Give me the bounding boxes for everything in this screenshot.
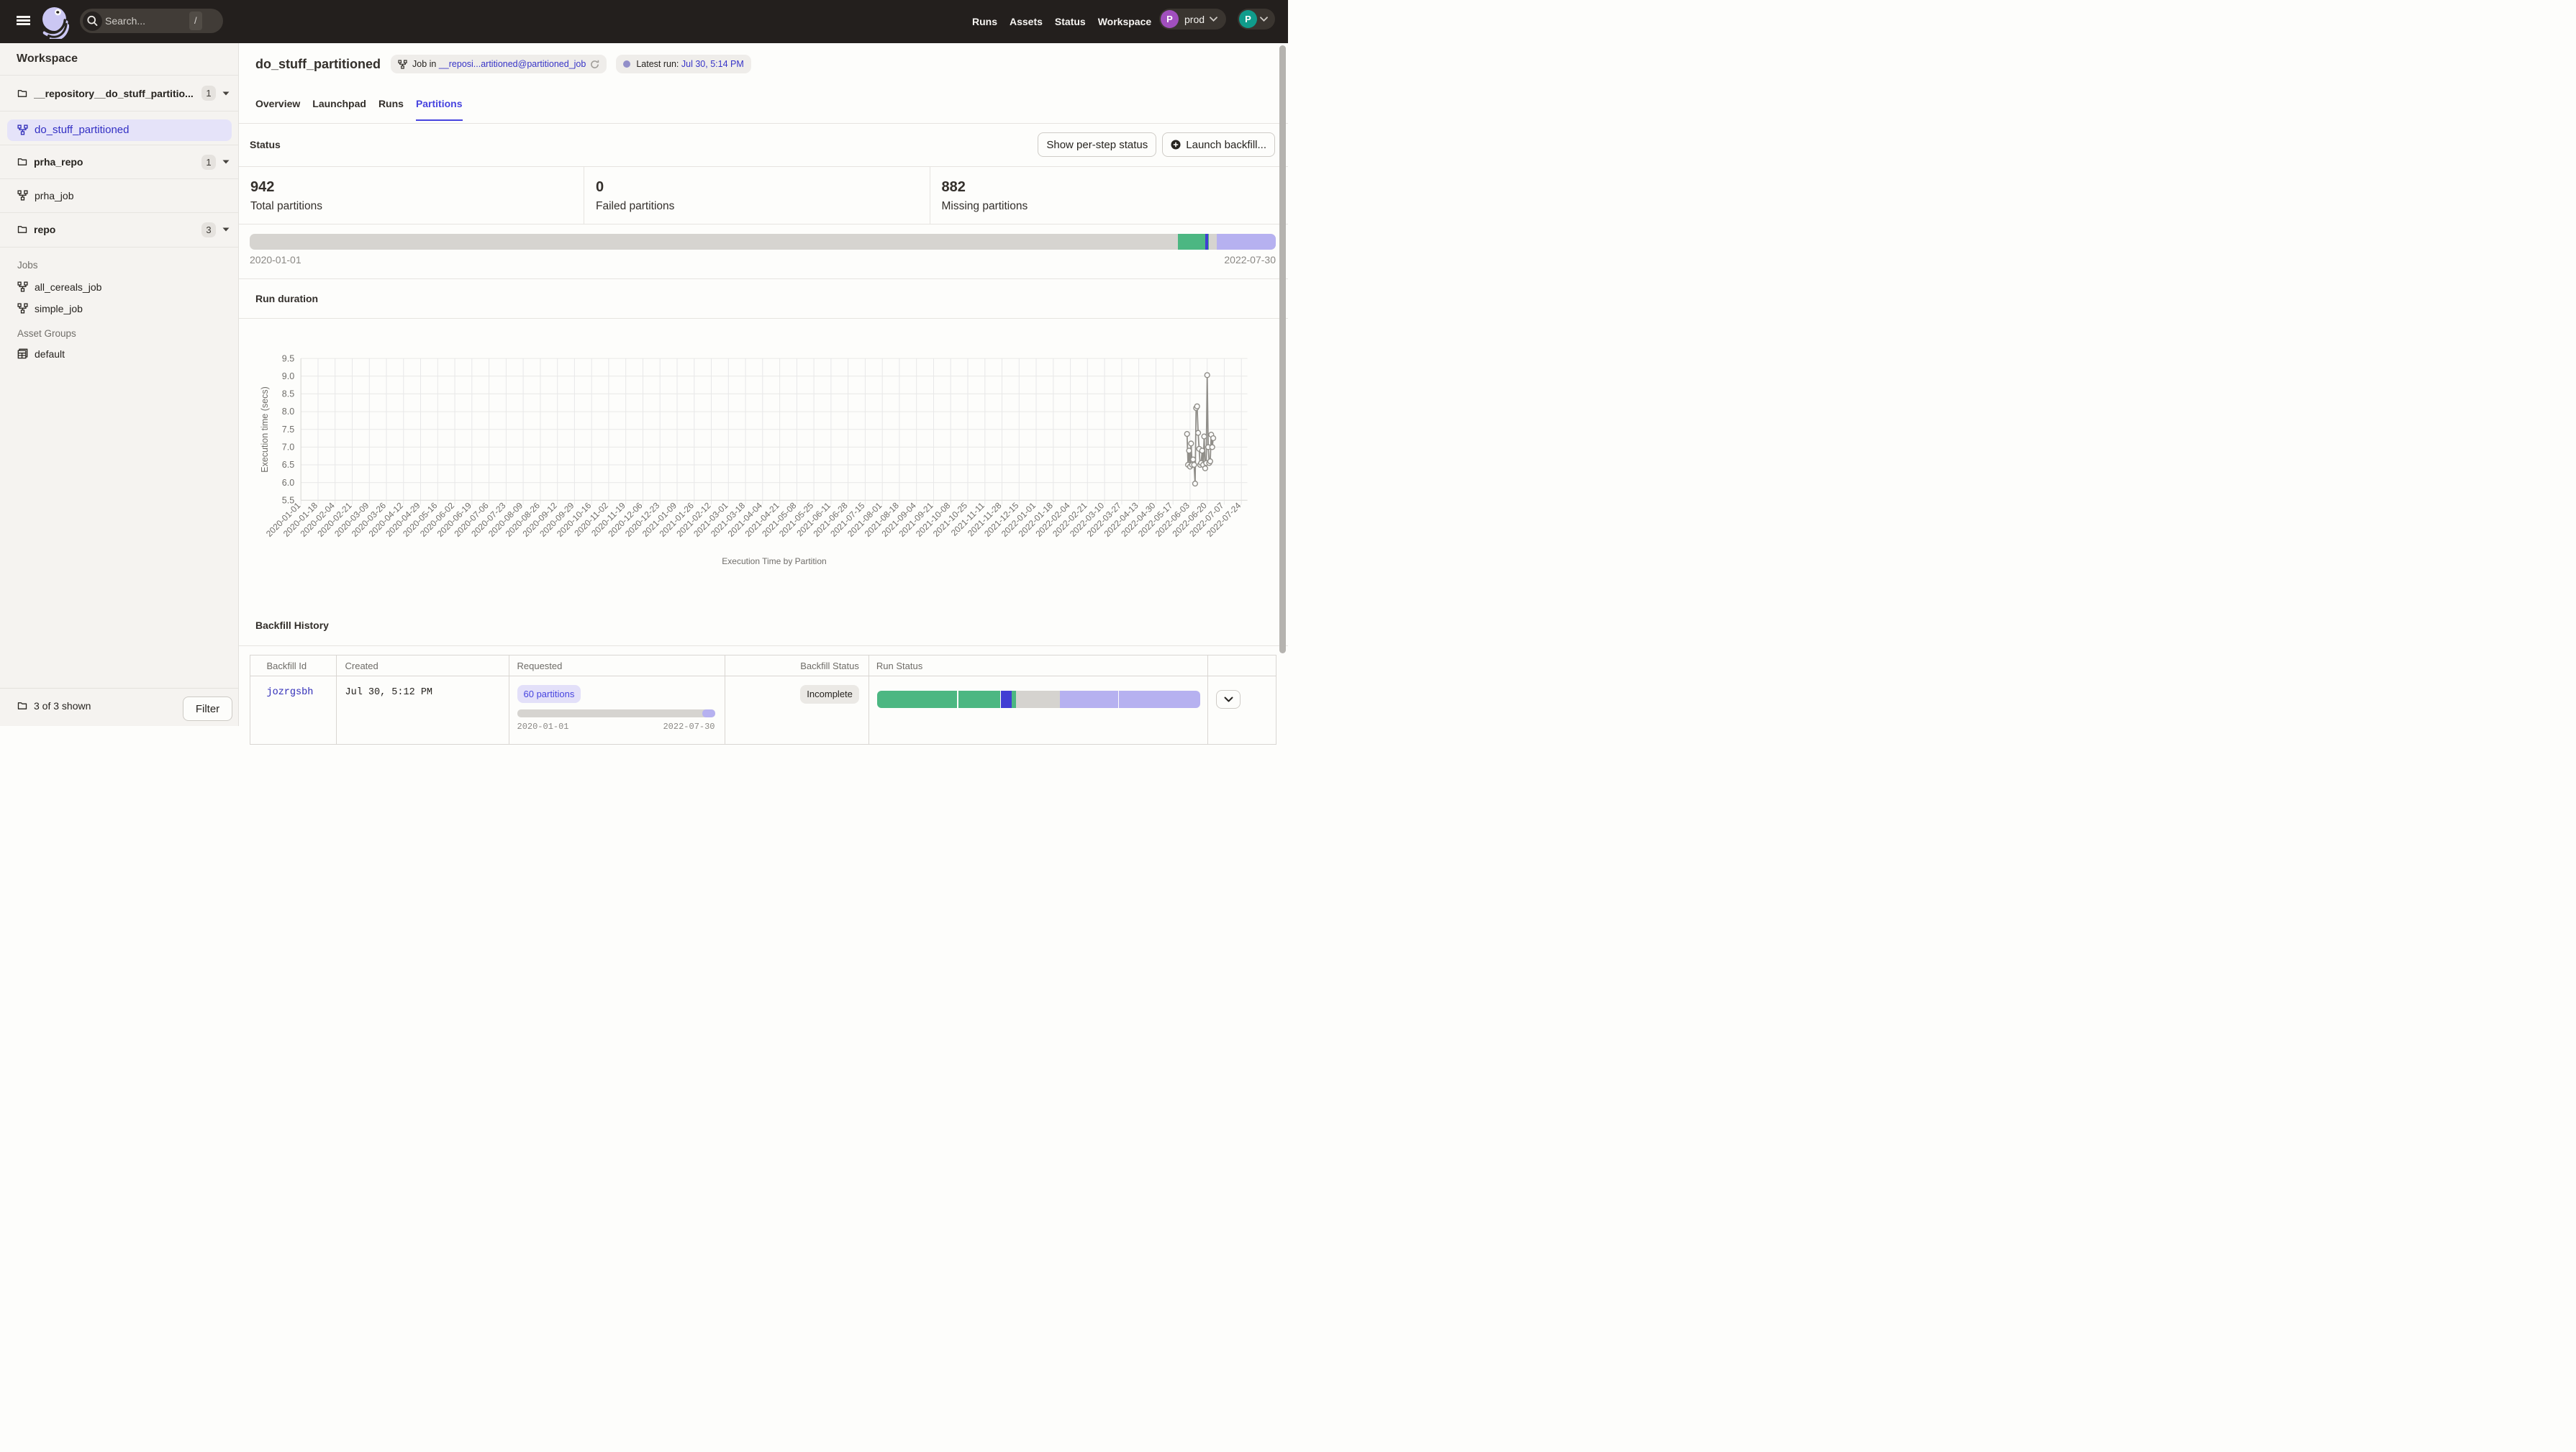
svg-text:7.5: 7.5 xyxy=(282,425,294,435)
svg-text:8.0: 8.0 xyxy=(282,407,294,417)
svg-text:6.5: 6.5 xyxy=(282,460,294,470)
svg-text:9.0: 9.0 xyxy=(282,371,294,381)
svg-text:6.0: 6.0 xyxy=(282,478,294,488)
svg-text:8.5: 8.5 xyxy=(282,389,294,399)
svg-text:Execution time (secs): Execution time (secs) xyxy=(260,386,270,472)
svg-text:Execution Time by Partition: Execution Time by Partition xyxy=(722,556,826,566)
svg-text:7.0: 7.0 xyxy=(282,443,294,453)
svg-text:9.5: 9.5 xyxy=(282,353,294,363)
